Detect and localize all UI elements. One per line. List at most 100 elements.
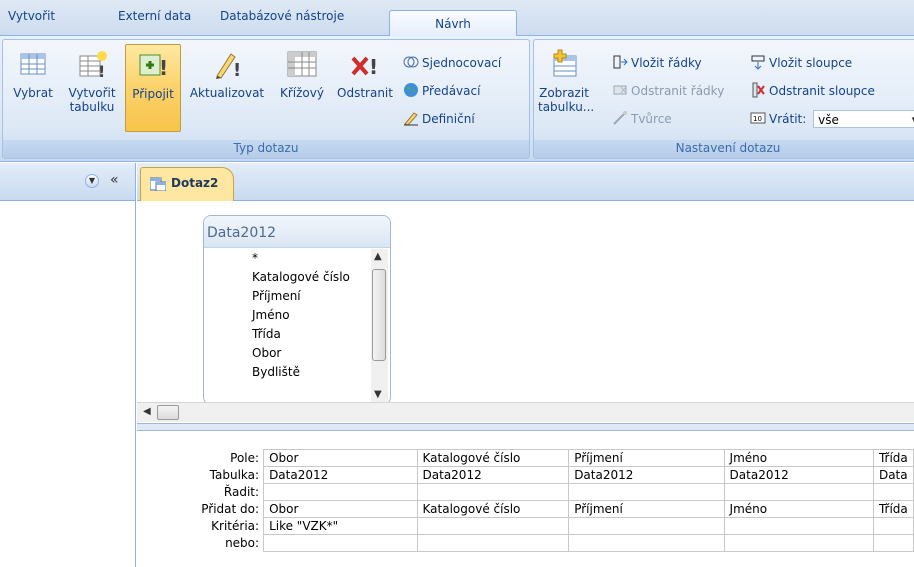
grid-row-field: Pole: Obor Katalogové číslo Příjmení Jmé… [137,449,914,467]
builder-wand-icon [612,110,628,126]
grid-cell[interactable] [263,534,418,552]
grid-cell[interactable] [568,483,725,501]
grid-cell[interactable]: Obor [263,449,418,467]
grid-cell[interactable]: Jméno [723,449,874,467]
query-design-grid: Pole: Obor Katalogové číslo Příjmení Jmé… [137,449,914,552]
grid-cell[interactable]: Like "VZK*" [263,517,418,535]
grid-cell[interactable] [568,534,725,552]
scroll-left-arrow-icon[interactable]: ◀ [143,406,151,417]
crosstab-query-label: Křížový [280,86,324,100]
grid-cell[interactable]: Příjmení [568,449,725,467]
field-list-items: * Katalogové číslo Příjmení Jméno Třída … [252,249,350,382]
update-query-button[interactable]: ! Aktualizovat [185,48,269,128]
grid-cell[interactable] [723,517,874,535]
grid-cell[interactable] [723,483,874,501]
grid-row-or: nebo: [137,534,914,552]
grid-cell[interactable]: Třída [872,449,914,467]
show-table-label-2: tabulku... [538,100,595,114]
field-list-item[interactable]: Katalogové číslo [252,268,350,287]
grid-cell[interactable] [872,534,914,552]
grid-cell[interactable]: Data2012 [568,466,725,484]
definition-pencil-icon [403,110,419,126]
grid-cell[interactable] [872,517,914,535]
tab-design[interactable]: Návrh [389,10,517,37]
hscroll-thumb[interactable] [157,405,179,420]
grid-cell[interactable] [416,534,570,552]
data-definition-query-button[interactable]: Definiční [403,110,475,128]
field-list-item[interactable]: Jméno [252,306,350,325]
insert-columns-icon [750,54,766,70]
grid-cell[interactable]: Obor [263,500,418,518]
grid-cell[interactable]: Data2012 [263,466,418,484]
tab-external-data[interactable]: Externí data [118,9,191,23]
ribbon: Vybrat ! Vytvořit tabulku ! Připojit ! A… [0,36,914,162]
grid-cell[interactable] [263,483,418,501]
navigation-pane: ▼ « [0,163,136,567]
grid-cell[interactable]: Jméno [723,500,874,518]
group-query-type: Vybrat ! Vytvořit tabulku ! Připojit ! A… [2,39,530,159]
delete-columns-icon [750,82,766,98]
grid-cell[interactable] [723,534,874,552]
delete-rows-icon [612,82,628,98]
grid-cell[interactable] [416,483,570,501]
delete-columns-button[interactable]: Odstranit sloupce [750,82,875,100]
field-list-item[interactable]: Bydliště [252,363,350,382]
scroll-thumb[interactable] [372,269,386,361]
delete-query-button[interactable]: ! Odstranit [333,48,397,128]
grid-row-header: Pole: [230,451,260,465]
grid-row-header: Řadit: [223,485,260,499]
show-table-icon [548,48,580,80]
grid-cell[interactable]: Data [872,466,914,484]
return-label: Vrátit: [769,112,807,126]
insert-rows-button[interactable]: Vložit řádky [612,54,702,72]
field-list-item[interactable]: * [252,249,350,268]
scroll-down-arrow-icon[interactable]: ▼ [374,389,382,400]
grid-cell[interactable]: Katalogové číslo [416,449,570,467]
delete-rows-label: Odstranit řádky [631,84,725,98]
field-list-item[interactable]: Třída [252,325,350,344]
make-table-label-2: tabulku [69,100,115,114]
nav-menu-chevron-icon[interactable]: ▼ [85,174,99,188]
return-value-select[interactable]: vše ▾ [813,110,914,128]
select-query-button[interactable]: Vybrat [8,48,58,128]
ribbon-tab-bar: Vytvořit Externí data Databázové nástroj… [0,0,914,37]
return-top-values-icon: 10 [750,110,766,126]
union-query-button[interactable]: Sjednocovací [403,54,501,72]
append-query-button[interactable]: ! Připojit [125,44,181,132]
insert-columns-button[interactable]: Vložit sloupce [750,54,852,72]
group-query-setup-label: Nastavení dotazu [534,140,914,158]
grid-cell[interactable] [568,517,725,535]
crosstab-query-button[interactable]: Křížový [273,48,331,128]
grid-cell[interactable]: Data2012 [723,466,874,484]
svg-text:!: ! [369,55,378,79]
grid-cell[interactable] [872,483,914,501]
field-list-data2012[interactable]: Data2012 * Katalogové číslo Příjmení Jmé… [203,215,391,405]
show-table-button[interactable]: Zobrazit tabulku... [538,48,594,142]
design-grid-pane: Pole: Obor Katalogové číslo Příjmení Jmé… [137,431,914,567]
field-list-scrollbar[interactable]: ▲ ▼ [371,249,388,404]
nav-collapse-button[interactable]: « [110,172,119,188]
grid-cell[interactable]: Katalogové číslo [416,500,570,518]
make-table-button[interactable]: ! Vytvořit tabulku [63,48,121,142]
grid-row-criteria: Kritéria: Like "VZK*" [137,517,914,535]
scroll-up-arrow-icon[interactable]: ▲ [374,251,382,262]
tab-database-tools[interactable]: Databázové nástroje [220,9,344,23]
grid-row-header: nebo: [225,536,260,550]
table-pane-hscrollbar[interactable]: ◀ [137,402,914,422]
grid-cell[interactable] [416,517,570,535]
field-list-item[interactable]: Obor [252,344,350,363]
grid-cell[interactable]: Příjmení [568,500,725,518]
builder-button[interactable]: Tvůrce [612,110,672,128]
field-list-item[interactable]: Příjmení [252,287,350,306]
tab-create[interactable]: Vytvořit [8,9,55,23]
field-list-title: Data2012 [204,216,390,248]
pass-through-query-button[interactable]: Předávací [403,82,480,100]
delete-rows-button[interactable]: Odstranit řádky [612,82,724,100]
pane-splitter[interactable] [137,423,914,431]
pencil-icon: ! [211,48,243,81]
svg-text:!: ! [98,62,105,80]
select-query-icon [17,48,49,80]
grid-cell[interactable]: Třída [872,500,914,518]
document-tab-query[interactable]: Dotaz2 [140,167,234,201]
grid-cell[interactable]: Data2012 [416,466,570,484]
